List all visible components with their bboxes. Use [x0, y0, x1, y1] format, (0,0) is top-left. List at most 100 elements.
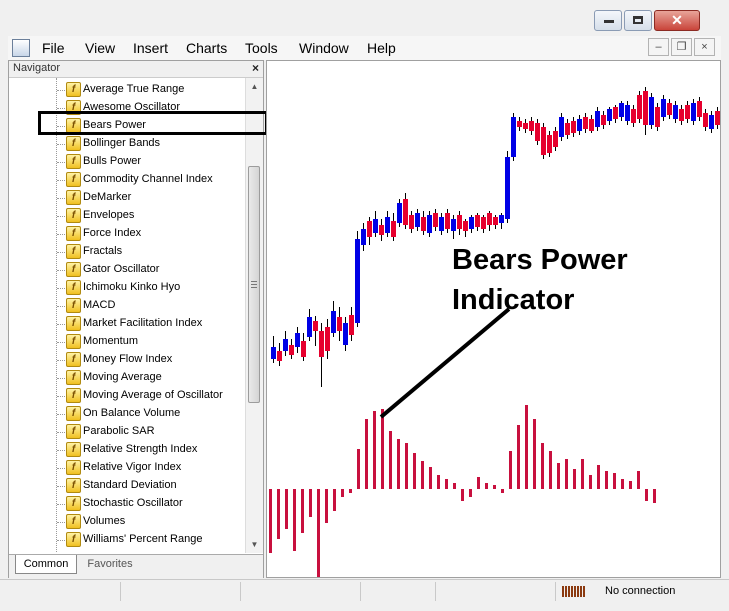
indicator-item-label: Ichimoku Kinko Hyo: [83, 281, 181, 293]
candle-body: [463, 221, 468, 231]
scroll-down-icon[interactable]: ▼: [246, 536, 263, 553]
candle-body: [691, 103, 696, 121]
indicator-item[interactable]: f Stochastic Oscillator: [9, 495, 245, 513]
candle-body: [319, 331, 324, 357]
indicator-item[interactable]: f Relative Vigor Index: [9, 459, 245, 477]
menu-charts[interactable]: Charts: [186, 40, 227, 56]
candle-body: [685, 105, 690, 119]
navigator-close-icon[interactable]: ×: [252, 61, 259, 75]
histogram-bar: [613, 473, 616, 489]
candle-body: [481, 217, 486, 229]
minimize-button[interactable]: [594, 10, 622, 31]
indicator-item-label: Market Facilitation Index: [83, 317, 203, 329]
navigator-panel: Navigator × f Average True Range f Awesome …: [8, 60, 264, 578]
tab-common[interactable]: Common: [15, 555, 77, 574]
candle-body: [505, 157, 510, 219]
histogram-bar: [645, 489, 648, 501]
histogram-bar: [421, 461, 424, 489]
function-icon: f: [66, 406, 81, 421]
indicator-item[interactable]: f Force Index: [9, 225, 245, 243]
function-icon: f: [66, 388, 81, 403]
mdi-minimize-button[interactable]: –: [648, 38, 669, 56]
indicator-item-label: Williams' Percent Range: [83, 533, 203, 545]
candle-body: [679, 109, 684, 121]
close-button[interactable]: ✕: [654, 10, 700, 31]
candle-body: [301, 341, 306, 357]
indicator-item[interactable]: f Williams' Percent Range: [9, 531, 245, 549]
candle-body: [565, 123, 570, 135]
histogram-bar: [437, 475, 440, 489]
connection-status-icon[interactable]: [562, 586, 586, 597]
indicator-item[interactable]: f On Balance Volume: [9, 405, 245, 423]
annotation-line2: Indicator: [452, 284, 574, 316]
indicator-item[interactable]: f Volumes: [9, 513, 245, 531]
navigator-header: Navigator ×: [9, 61, 263, 78]
indicator-item[interactable]: f Bulls Power: [9, 153, 245, 171]
indicator-item[interactable]: f Money Flow Index: [9, 351, 245, 369]
menu-file[interactable]: File: [42, 40, 65, 56]
function-icon: f: [66, 460, 81, 475]
indicator-item[interactable]: f Ichimoku Kinko Hyo: [9, 279, 245, 297]
candle-body: [583, 117, 588, 129]
histogram-bar: [621, 479, 624, 489]
navigator-tabs: Common Favorites: [9, 554, 263, 578]
indicator-item[interactable]: f Envelopes: [9, 207, 245, 225]
price-chart[interactable]: Bears Power Indicator: [267, 61, 720, 579]
indicator-item[interactable]: f Standard Deviation: [9, 477, 245, 495]
indicator-item-label: Average True Range: [83, 83, 185, 95]
candle-body: [385, 217, 390, 233]
histogram-bar: [629, 481, 632, 489]
histogram-bar: [461, 489, 464, 501]
candle-body: [307, 317, 312, 337]
maximize-button[interactable]: [624, 10, 652, 31]
candle-body: [415, 213, 420, 227]
histogram-bar: [445, 479, 448, 489]
annotation-line1: Bears Power: [452, 244, 628, 276]
menu-help[interactable]: Help: [367, 40, 396, 56]
candle-body: [457, 215, 462, 229]
indicator-item[interactable]: f DeMarker: [9, 189, 245, 207]
chart-window[interactable]: Bears Power Indicator: [266, 60, 721, 579]
histogram-bar: [557, 463, 560, 489]
function-icon: f: [66, 190, 81, 205]
navigator-scrollbar[interactable]: ▲ ▼: [245, 78, 263, 553]
indicator-item[interactable]: f Bollinger Bands: [9, 135, 245, 153]
indicator-item[interactable]: f Market Facilitation Index: [9, 315, 245, 333]
app-document-icon[interactable]: [12, 39, 30, 57]
candle-body: [337, 317, 342, 331]
indicator-item[interactable]: f Commodity Channel Index: [9, 171, 245, 189]
candle-body: [535, 123, 540, 141]
indicator-item[interactable]: f Fractals: [9, 243, 245, 261]
histogram-bar: [373, 411, 376, 489]
function-icon: f: [66, 280, 81, 295]
function-icon: f: [66, 298, 81, 313]
indicator-item[interactable]: f Moving Average of Oscillator: [9, 387, 245, 405]
indicator-item[interactable]: f Average True Range: [9, 81, 245, 99]
candle-body: [427, 215, 432, 233]
indicator-item[interactable]: f Momentum: [9, 333, 245, 351]
indicator-item[interactable]: f Moving Average: [9, 369, 245, 387]
mdi-restore-button[interactable]: ❐: [671, 38, 692, 56]
histogram-bar: [269, 489, 272, 553]
function-icon: f: [66, 136, 81, 151]
indicator-item-label: Stochastic Oscillator: [83, 497, 183, 509]
indicator-item[interactable]: f Gator Oscillator: [9, 261, 245, 279]
menu-insert[interactable]: Insert: [133, 40, 168, 56]
candle-body: [709, 115, 714, 129]
indicator-tree: f Average True Range f Awesome Oscillator f B…: [9, 78, 245, 553]
indicator-item[interactable]: f Parabolic SAR: [9, 423, 245, 441]
menu-view[interactable]: View: [85, 40, 115, 56]
indicator-item[interactable]: f MACD: [9, 297, 245, 315]
candle-body: [547, 135, 552, 153]
scroll-thumb[interactable]: [248, 166, 260, 403]
menu-window[interactable]: Window: [299, 40, 349, 56]
histogram-bar: [389, 431, 392, 489]
tab-favorites[interactable]: Favorites: [77, 555, 143, 573]
mdi-close-button[interactable]: ×: [694, 38, 715, 56]
indicator-item[interactable]: f Relative Strength Index: [9, 441, 245, 459]
menu-tools[interactable]: Tools: [245, 40, 278, 56]
highlight-box: [38, 111, 268, 135]
scroll-up-icon[interactable]: ▲: [246, 78, 263, 95]
histogram-bar: [533, 419, 536, 489]
histogram-bar: [653, 489, 656, 503]
